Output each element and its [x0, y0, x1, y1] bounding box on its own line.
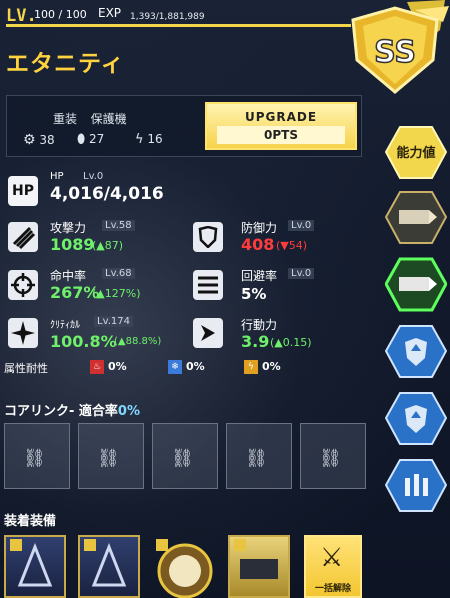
action-value: 3.9 [241, 332, 270, 351]
core-link-slot-5[interactable]: ⛓ [300, 423, 366, 489]
role-class: 保護機 [90, 112, 127, 126]
sidebar: 能力値 [382, 95, 450, 598]
release-all-label: 一括解除 [314, 584, 351, 594]
electric-icon: ϟ [244, 360, 258, 374]
armor-class: 重装 [53, 112, 78, 126]
critical-bonus: (▲88.8%) [114, 336, 162, 347]
missile-icon-selected[interactable] [385, 257, 447, 312]
weight-icon: ⬮ [77, 132, 86, 147]
exp-progress-fill [6, 24, 351, 27]
upgrade-button[interactable]: UPGRADE 0PTS [205, 102, 357, 150]
gear-stat: ⚙ 38 [23, 132, 55, 148]
unit-name: エタニティ [6, 51, 125, 77]
upgrade-points: 0PTS [217, 126, 345, 144]
core-link-slot-3[interactable]: ⛓ [152, 423, 218, 489]
energy-stat-value: 16 [147, 132, 163, 146]
release-icon: ⚔ [320, 543, 344, 573]
critical-value: 100.8% [50, 332, 117, 351]
shield-up-icon[interactable] [385, 324, 447, 379]
sparkle-icon [11, 321, 35, 345]
equipment-slot-4[interactable] [228, 535, 290, 598]
critical-level: Lv.174 [94, 316, 133, 327]
chain-icon: ⛓ [319, 448, 342, 469]
chip-icon [10, 539, 53, 587]
chain-icon: ⛓ [245, 448, 268, 469]
attack-value: 1089 [50, 235, 95, 254]
core-link-title: コアリンク- 適合率0% [4, 400, 140, 419]
lightning-icon: ϟ [135, 132, 144, 147]
level-bar-area: LV. 100 / 100 EXP 1,393/1,881,989 [0, 0, 380, 30]
defense-bonus: (▼54) [276, 239, 308, 252]
electric-resist-value: 0% [262, 360, 281, 373]
action-label: 行動力 [241, 318, 278, 332]
defense-label: 防御力 [241, 221, 278, 235]
release-all-button[interactable]: ⚔ 一括解除 [304, 535, 362, 598]
exp-progress-bar [6, 24, 351, 27]
core-link-slot-4[interactable]: ⛓ [226, 423, 292, 489]
evasion-value: 5% [241, 285, 267, 303]
fire-icon: ♨ [90, 360, 104, 374]
exp-value: 1,393/1,881,989 [130, 12, 205, 22]
ice-icon: ❄ [168, 360, 182, 374]
svg-text:SS: SS [374, 35, 416, 70]
defense-value: 408 [241, 235, 275, 254]
upgrade-label: UPGRADE [244, 110, 318, 124]
core-link-slot-1[interactable]: ⛓ [4, 423, 70, 489]
rank-emblem-icon: SS [351, 0, 449, 94]
attack-label: 攻撃力 [50, 221, 87, 235]
hp-level: Lv.0 [83, 171, 104, 182]
ice-resist-value: 0% [186, 360, 205, 373]
equipment-slot-3[interactable] [152, 535, 214, 598]
equipment-slot-2[interactable] [78, 535, 140, 598]
attack-bonus: (▲87) [92, 239, 124, 252]
crosshair-icon [11, 273, 35, 297]
bullets-icon[interactable] [385, 458, 447, 513]
chain-icon: ⛓ [171, 448, 194, 469]
accuracy-level: Lv.68 [102, 268, 135, 279]
level-value: 100 / 100 [34, 8, 87, 21]
action-bonus: (▲0.15) [270, 336, 312, 349]
drone-icon [234, 539, 278, 579]
equipment-slot-1[interactable] [4, 535, 66, 598]
accuracy-bonus: (▲127%) [92, 287, 141, 300]
resistance-row: 属性耐性 ♨ 0% ❄ 0% ϟ 0% [4, 360, 364, 378]
attack-icon-glyph [12, 226, 36, 250]
gear-stat-value: 38 [39, 133, 55, 147]
chain-icon: ⛓ [23, 448, 46, 469]
core-link-rate: 0% [117, 404, 140, 419]
equipment-title: 装着装備 [4, 514, 57, 529]
lines-icon [198, 276, 218, 294]
class-label: 重装 保護機 [53, 110, 127, 127]
missile-icon[interactable] [385, 190, 447, 245]
accuracy-label: 命中率 [50, 269, 87, 283]
hp-icon: HP [8, 176, 38, 206]
ability-tab-label: 能力値 [396, 146, 436, 161]
weight-stat: ⬮ 27 [77, 132, 104, 147]
weight-stat-value: 27 [89, 132, 105, 146]
evasion-level: Lv.0 [288, 268, 315, 279]
shield-icon [198, 226, 218, 248]
chain-icon: ⛓ [97, 448, 120, 469]
chevron-right-icon [201, 325, 215, 341]
shield-up-icon-2[interactable] [385, 391, 447, 446]
chip-icon [84, 539, 127, 587]
core-link-label: コアリンク- 適合率 [4, 404, 118, 419]
energy-stat: ϟ 16 [135, 132, 163, 147]
attack-level: Lv.58 [102, 220, 135, 231]
hp-label: HP [50, 171, 64, 182]
exp-label: EXP [98, 6, 122, 20]
critical-label: ｸﾘﾃｨｶﾙ [50, 320, 80, 331]
level-tag: LV. [6, 6, 37, 26]
fire-resist-value: 0% [108, 360, 127, 373]
gear-icon: ⚙ [23, 132, 36, 148]
evasion-label: 回避率 [241, 269, 278, 283]
resistance-label: 属性耐性 [4, 362, 48, 375]
emblem-medal-icon [156, 539, 213, 598]
defense-level: Lv.0 [288, 220, 315, 231]
hp-value: 4,016/4,016 [50, 184, 164, 204]
core-link-slot-2[interactable]: ⛓ [78, 423, 144, 489]
